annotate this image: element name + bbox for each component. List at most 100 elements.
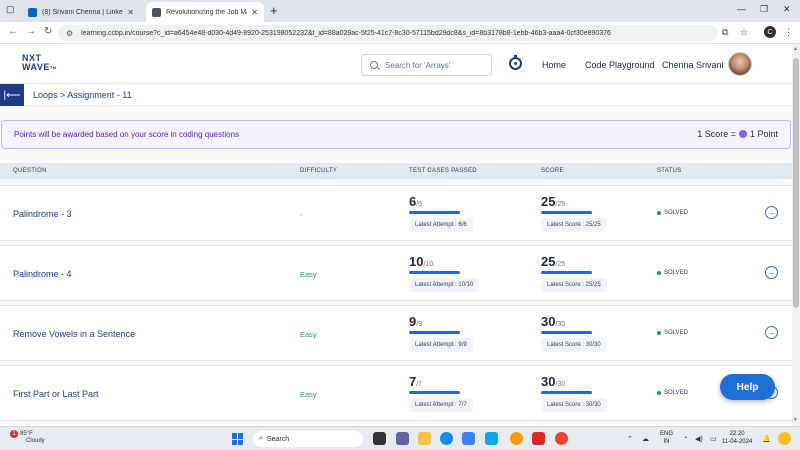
question-title[interactable]: Palindrome - 4	[13, 269, 72, 279]
points-notice-message: Points will be awarded based on your sco…	[14, 130, 240, 139]
close-tab-icon[interactable]: ✕	[251, 8, 258, 17]
minimize-icon[interactable]: —	[737, 4, 746, 14]
question-title[interactable]: First Part or Last Part	[13, 389, 99, 399]
edge-icon[interactable]	[440, 432, 453, 445]
open-question-arrow-icon[interactable]: →	[765, 326, 778, 339]
table-row[interactable]: Palindrome - 4 Easy 10/10 Latest Attempt…	[0, 245, 792, 301]
install-app-icon[interactable]: ⧉	[722, 27, 728, 38]
weather-desc: Cloudy	[26, 438, 45, 444]
clock-date: 11-04-2024	[722, 439, 753, 445]
page-scrollbar[interactable]: ▲ ▼	[792, 44, 800, 426]
table-row[interactable]: Remove Vowels in a Sentence Easy 9/9 Lat…	[0, 305, 792, 361]
score-value: 25/25	[541, 194, 566, 209]
latest-attempt-chip: Latest Attempt : 7/7	[409, 398, 473, 412]
tests-passed: 10/10	[409, 254, 434, 269]
reload-icon[interactable]: ↻	[44, 26, 52, 37]
close-tab-icon[interactable]: ✕	[127, 8, 134, 17]
points-conversion: 1 Score = 1 Point	[697, 129, 778, 139]
browser-tab-active[interactable]: Revolutionizing the Job Market ✕	[146, 2, 264, 22]
taskbar-search[interactable]: ⌕ Search	[253, 431, 363, 447]
tests-progress-bar	[409, 331, 460, 334]
photos-icon[interactable]	[485, 432, 498, 445]
latest-score-chip: Latest Score : 30/30	[541, 338, 607, 352]
linkedin-favicon-icon	[28, 7, 37, 17]
notification-badge: 1	[10, 430, 18, 438]
scroll-up-icon[interactable]: ▲	[793, 46, 798, 52]
tab-list-icon[interactable]: ▢	[6, 4, 18, 16]
back-icon[interactable]: ←	[8, 26, 18, 37]
column-header-status: STATUS	[657, 168, 682, 174]
volume-icon[interactable]: ◀)	[695, 435, 703, 443]
column-header-tests: TEST CASES PASSED	[409, 168, 477, 174]
nav-code-playground-link[interactable]: Code Playground	[585, 60, 655, 70]
teams-icon[interactable]	[396, 432, 409, 445]
sidebar-toggle-icon[interactable]: |⟵	[0, 84, 24, 106]
language-indicator[interactable]: ENG IN	[660, 430, 673, 446]
windows-taskbar: 1 85°F Cloudy ⌕ Search ⌃ ☁ ENG IN ◔ ◀) ▭ …	[0, 426, 800, 450]
points-notice-banner: Points will be awarded based on your sco…	[1, 120, 791, 149]
app-icon[interactable]	[510, 432, 523, 445]
browser-profile-avatar[interactable]: C	[764, 26, 776, 38]
app-header: NXT WAVETM Home Code Playground Chenna S…	[0, 44, 792, 84]
breadcrumb-bar: |⟵ Loops > Assignment - 11	[0, 84, 792, 106]
restore-icon[interactable]: ❐	[760, 4, 768, 15]
score-progress-bar	[541, 211, 592, 214]
question-title[interactable]: Palindrome - 3	[13, 209, 72, 219]
weather-widget[interactable]: 1 85°F Cloudy	[10, 430, 45, 445]
help-button[interactable]: Help	[720, 374, 775, 400]
notification-bell-icon[interactable]: 🔔	[762, 435, 771, 443]
tests-progress-bar	[409, 271, 460, 274]
mcafee-icon[interactable]	[532, 432, 545, 445]
score-progress-bar	[541, 271, 592, 274]
table-row[interactable]: First Part or Last Part Easy 7/7 Latest …	[0, 365, 792, 421]
forward-icon[interactable]: →	[26, 26, 36, 37]
scroll-down-icon[interactable]: ▼	[793, 417, 798, 423]
open-question-arrow-icon[interactable]: →	[765, 206, 778, 219]
url-bar[interactable]: ⚙ learning.ccbp.in/course?c_id=a6454e48-…	[58, 25, 718, 41]
score-label: 1 Score =	[697, 129, 736, 139]
new-tab-icon[interactable]: +	[270, 3, 278, 18]
tray-chevron-icon[interactable]: ⌃	[627, 435, 633, 443]
battery-icon[interactable]: ▭	[710, 435, 717, 443]
site-info-icon[interactable]: ⚙	[66, 29, 73, 38]
browser-tab-linkedin[interactable]: (8) Srivani Chenna | LinkedIn ✕	[22, 2, 140, 22]
difficulty-label: Easy	[300, 330, 317, 339]
store-icon[interactable]	[462, 432, 475, 445]
nav-home-link[interactable]: Home	[542, 60, 566, 70]
search-input[interactable]	[385, 60, 485, 70]
chrome-icon[interactable]	[555, 432, 568, 445]
system-clock[interactable]: 22:20 11-04-2024	[722, 430, 752, 446]
coin-icon	[738, 130, 747, 138]
task-view-icon[interactable]	[373, 432, 386, 445]
nxtwave-logo[interactable]: NXT WAVETM	[22, 54, 57, 72]
app-viewport: NXT WAVETM Home Code Playground Chenna S…	[0, 44, 792, 426]
url-text: learning.ccbp.in/course?c_id=a6454e48-d0…	[81, 29, 611, 37]
file-explorer-icon[interactable]	[418, 432, 431, 445]
tab-label: Revolutionizing the Job Market	[166, 8, 247, 16]
point-label: 1 Point	[749, 129, 778, 139]
stopwatch-icon[interactable]	[509, 55, 522, 70]
windows-start-icon[interactable]	[232, 433, 244, 445]
wifi-icon[interactable]: ◔	[683, 435, 687, 442]
browser-menu-icon[interactable]: ⋮	[784, 27, 793, 38]
difficulty-label: -	[300, 210, 303, 219]
cloud-icon[interactable]: ☁	[642, 435, 649, 443]
status-dot-icon	[657, 331, 661, 335]
avatar[interactable]	[728, 52, 752, 76]
question-title[interactable]: Remove Vowels in a Sentence	[13, 329, 135, 339]
table-row[interactable]: Palindrome - 3 - 6/6 Latest Attempt : 6/…	[0, 185, 792, 241]
status-badge: SOLVED	[657, 390, 688, 396]
score-progress-bar	[541, 331, 592, 334]
table-header: QUESTION DIFFICULTY TEST CASES PASSED SC…	[0, 163, 792, 179]
status-badge: SOLVED	[657, 210, 688, 216]
weather-temp: 85°F	[20, 431, 33, 437]
copilot-icon[interactable]	[778, 432, 791, 445]
score-value: 25/25	[541, 254, 566, 269]
search-box[interactable]	[361, 54, 492, 76]
open-question-arrow-icon[interactable]: →	[765, 266, 778, 279]
window-close-icon[interactable]: ✕	[783, 4, 791, 15]
tests-passed: 6/6	[409, 194, 423, 209]
user-name[interactable]: Chenna Srivani	[662, 60, 724, 70]
scrollbar-thumb[interactable]	[793, 58, 799, 308]
bookmark-star-icon[interactable]: ☆	[740, 27, 748, 38]
